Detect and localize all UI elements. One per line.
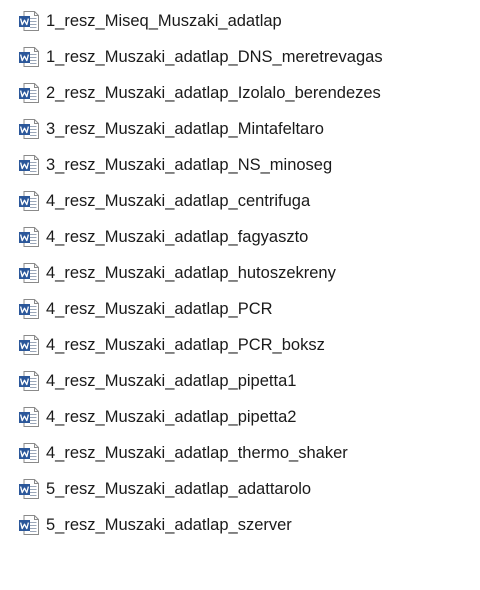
file-item[interactable]: 1_resz_Miseq_Muszaki_adatlap	[18, 7, 282, 35]
word-document-icon	[18, 262, 40, 284]
file-item[interactable]: 4_resz_Muszaki_adatlap_PCR_boksz	[18, 331, 325, 359]
word-document-icon	[18, 406, 40, 428]
file-item[interactable]: 2_resz_Muszaki_adatlap_Izolalo_berendeze…	[18, 79, 381, 107]
file-name: 4_resz_Muszaki_adatlap_centrifuga	[46, 191, 311, 210]
file-list: 1_resz_Miseq_Muszaki_adatlap 1_resz_Musz…	[0, 0, 480, 590]
word-document-icon	[18, 190, 40, 212]
word-document-icon	[18, 154, 40, 176]
file-item[interactable]: 1_resz_Muszaki_adatlap_DNS_meretrevagas	[18, 43, 383, 71]
file-item[interactable]: 4_resz_Muszaki_adatlap_thermo_shaker	[18, 439, 348, 467]
file-name: 4_resz_Muszaki_adatlap_PCR	[46, 299, 273, 318]
file-name: 2_resz_Muszaki_adatlap_Izolalo_berendeze…	[46, 83, 381, 102]
file-item[interactable]: 4_resz_Muszaki_adatlap_pipetta1	[18, 367, 296, 395]
word-document-icon	[18, 478, 40, 500]
file-item[interactable]: 3_resz_Muszaki_adatlap_Mintafeltaro	[18, 115, 324, 143]
file-name: 3_resz_Muszaki_adatlap_NS_minoseg	[46, 155, 333, 174]
file-name: 5_resz_Muszaki_adatlap_adattarolo	[46, 479, 312, 498]
file-name: 3_resz_Muszaki_adatlap_Mintafeltaro	[46, 119, 324, 138]
file-item[interactable]: 4_resz_Muszaki_adatlap_PCR	[18, 295, 273, 323]
word-document-icon	[18, 514, 40, 536]
word-document-icon	[18, 82, 40, 104]
file-item[interactable]: 3_resz_Muszaki_adatlap_NS_minoseg	[18, 151, 332, 179]
file-name: 4_resz_Muszaki_adatlap_pipetta2	[46, 407, 297, 426]
word-document-icon	[18, 46, 40, 68]
file-name: 4_resz_Muszaki_adatlap_PCR_boksz	[46, 335, 325, 354]
file-item[interactable]: 5_resz_Muszaki_adatlap_szerver	[18, 511, 292, 539]
file-name: 4_resz_Muszaki_adatlap_pipetta1	[46, 371, 297, 390]
word-document-icon	[18, 10, 40, 32]
word-document-icon	[18, 226, 40, 248]
file-name: 1_resz_Miseq_Muszaki_adatlap	[46, 11, 282, 30]
file-item[interactable]: 4_resz_Muszaki_adatlap_pipetta2	[18, 403, 296, 431]
word-document-icon	[18, 442, 40, 464]
word-document-icon	[18, 370, 40, 392]
word-document-icon	[18, 334, 40, 356]
word-document-icon	[18, 118, 40, 140]
file-name: 5_resz_Muszaki_adatlap_szerver	[46, 515, 292, 534]
file-name: 4_resz_Muszaki_adatlap_thermo_shaker	[46, 443, 348, 462]
file-item[interactable]: 5_resz_Muszaki_adatlap_adattarolo	[18, 475, 311, 503]
file-name: 1_resz_Muszaki_adatlap_DNS_meretrevagas	[46, 47, 383, 66]
file-item[interactable]: 4_resz_Muszaki_adatlap_hutoszekreny	[18, 259, 336, 287]
word-document-icon	[18, 298, 40, 320]
file-name: 4_resz_Muszaki_adatlap_fagyaszto	[46, 227, 309, 246]
file-name: 4_resz_Muszaki_adatlap_hutoszekreny	[46, 263, 336, 282]
file-item[interactable]: 4_resz_Muszaki_adatlap_centrifuga	[18, 187, 310, 215]
file-item[interactable]: 4_resz_Muszaki_adatlap_fagyaszto	[18, 223, 308, 251]
